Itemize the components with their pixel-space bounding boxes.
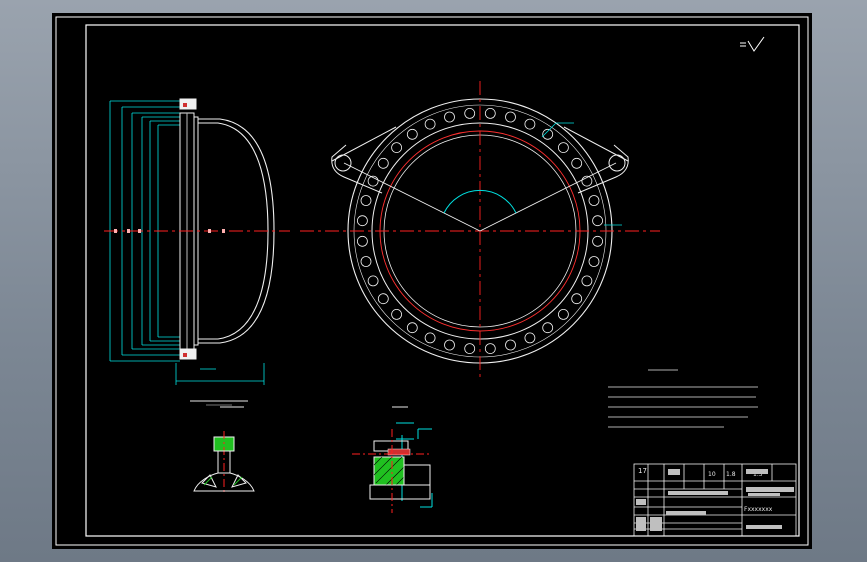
tb-cell-3: 1.8 bbox=[726, 471, 736, 478]
bolt-hole bbox=[581, 275, 593, 287]
front-view bbox=[300, 81, 660, 379]
bolt-hole bbox=[377, 293, 389, 305]
bolt-hole bbox=[571, 293, 583, 305]
bolt-hole bbox=[592, 235, 603, 247]
bolt-hole bbox=[524, 118, 536, 130]
tb-cell-1: 17 bbox=[638, 467, 647, 475]
bolt-hole bbox=[444, 111, 455, 123]
detail-view-b bbox=[352, 406, 433, 513]
bolt-hole bbox=[406, 322, 418, 334]
bolt-hole bbox=[444, 339, 455, 351]
bolt-hole bbox=[505, 339, 516, 351]
bolt-hole bbox=[524, 332, 536, 344]
bolt-hole bbox=[542, 322, 554, 334]
bolt-hole bbox=[464, 343, 476, 354]
bolt-hole bbox=[357, 215, 368, 227]
bolt-hole bbox=[505, 111, 516, 123]
bolt-hole bbox=[588, 195, 600, 206]
cad-drawing-canvas: 17 10 1.8 1.5 Fxxxxxxx bbox=[52, 13, 812, 549]
bolt-hole bbox=[484, 343, 496, 354]
side-view bbox=[104, 98, 290, 406]
bolt-hole bbox=[357, 235, 368, 247]
technical-notes bbox=[608, 369, 758, 428]
title-block-scribbles bbox=[636, 469, 794, 531]
bolt-hole bbox=[588, 256, 600, 267]
bolt-hole bbox=[558, 309, 569, 320]
bolt-hole bbox=[406, 128, 418, 140]
bolt-hole bbox=[464, 108, 476, 119]
bolt-hole bbox=[360, 256, 372, 267]
bolt-hole bbox=[391, 309, 402, 320]
side-view-caption bbox=[190, 400, 248, 406]
tb-drawing-number: Fxxxxxxx bbox=[744, 506, 773, 513]
bolt-hole bbox=[424, 332, 436, 344]
bolt-hole bbox=[424, 118, 436, 130]
bolt-hole bbox=[484, 108, 496, 119]
bolt-hole bbox=[367, 275, 379, 287]
bolt-hole bbox=[592, 215, 603, 227]
bolt-hole bbox=[360, 195, 372, 206]
bolt-hole bbox=[377, 157, 389, 169]
bolt-hole bbox=[391, 142, 402, 153]
drawing-frame bbox=[55, 16, 809, 546]
bolt-hole bbox=[558, 142, 569, 153]
bolt-hole bbox=[571, 157, 583, 169]
detail-view-a bbox=[193, 406, 255, 493]
side-view-flange bbox=[179, 98, 199, 360]
roughness-mark-icon bbox=[740, 36, 765, 52]
tb-cell-2: 10 bbox=[708, 471, 716, 478]
